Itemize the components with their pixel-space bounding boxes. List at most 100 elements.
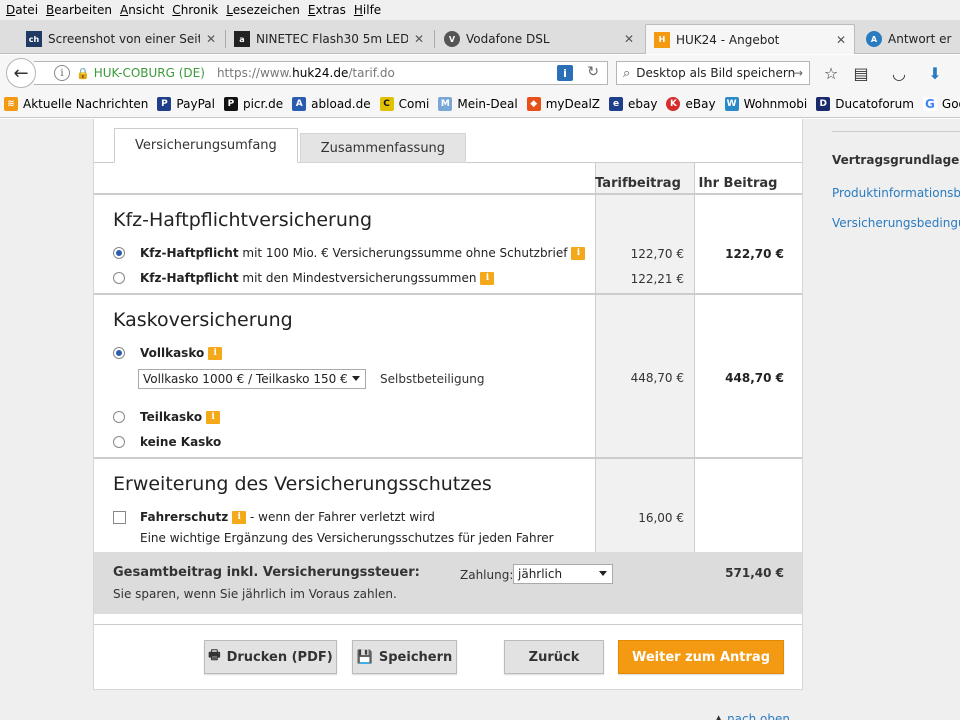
option-label-bold: Fahrerschutz: [140, 510, 229, 524]
info-icon[interactable]: i: [480, 271, 495, 285]
bookmark-label: abload.de: [311, 97, 371, 111]
close-tab-icon[interactable]: ✕: [206, 32, 216, 46]
bookmark-label: ebay: [628, 97, 658, 111]
radio-haftpflicht-mindest[interactable]: [113, 272, 125, 284]
total-box: Gesamtbeitrag inkl. Versicherungssteuer:…: [94, 552, 802, 614]
bookmark-label: eBay: [685, 97, 716, 111]
option-label-bold: Vollkasko: [140, 346, 205, 360]
url-bar[interactable]: i 🔒 HUK-COBURG (DE) https://www.huk24.de…: [34, 61, 608, 85]
bookmark-item[interactable]: ◆ myDealZ: [526, 97, 600, 111]
option-teilkasko[interactable]: Teilkasko i: [113, 410, 221, 424]
page-content: Versicherungsumfang Zusammenfassung Tari…: [0, 119, 960, 720]
reload-icon[interactable]: ↻: [587, 64, 599, 80]
bookmarks-list-icon[interactable]: ▤: [852, 64, 870, 83]
search-bar[interactable]: ⌕ Desktop als Bild speichern →: [616, 61, 810, 85]
pocket-icon[interactable]: ◡: [890, 64, 908, 83]
amazon-favicon-icon: a: [234, 31, 250, 47]
selbstbeteiligung-select[interactable]: Vollkasko 1000 € / Teilkasko 150 €: [138, 369, 366, 389]
back-arrow-icon: ←: [13, 62, 29, 84]
dropdown-arrow-icon: [599, 571, 607, 576]
link-produktinformationsblatt[interactable]: Produktinformationsbla: [832, 186, 960, 200]
info-icon[interactable]: i: [54, 65, 70, 81]
site-identity[interactable]: HUK-COBURG (DE): [94, 66, 205, 80]
firefox-favicon-icon: A: [866, 31, 882, 47]
total-title: Gesamtbeitrag inkl. Versicherungssteuer:: [113, 565, 420, 580]
menu-ansicht[interactable]: Ansicht: [120, 3, 164, 17]
speichern-button[interactable]: 💾 Speichern: [352, 640, 457, 674]
price-haftpflicht-mindest: 122,21 €: [630, 272, 684, 286]
bookmark-item[interactable]: KeBay: [666, 97, 716, 111]
total-amount: 571,40 €: [725, 566, 784, 580]
button-label: Speichern: [378, 649, 453, 665]
close-tab-icon[interactable]: ✕: [414, 32, 424, 46]
checkbox-fahrerschutz[interactable]: [113, 510, 126, 524]
radio-teilkasko[interactable]: [113, 411, 125, 423]
close-tab-icon[interactable]: ✕: [836, 33, 846, 47]
button-label: Weiter zum Antrag: [631, 649, 771, 665]
info-icon[interactable]: i: [208, 346, 223, 360]
drucken-pdf-button[interactable]: 🖶 Drucken (PDF): [204, 640, 337, 674]
reader-info-icon[interactable]: i: [557, 65, 573, 81]
price-fahrerschutz: 16,00 €: [638, 511, 684, 525]
browser-tab-huk24[interactable]: H HUK24 - Angebot ✕: [645, 24, 855, 54]
link-versicherungsbedingungen[interactable]: Versicherungsbedingu: [832, 216, 960, 230]
bookmark-item[interactable]: M Mein-Deal: [438, 97, 518, 111]
bookmark-item[interactable]: Aabload.de: [292, 97, 371, 111]
browser-tab-screenshot[interactable]: ch Screenshot von einer Seite/... ✕: [18, 24, 224, 54]
back-button[interactable]: ←: [6, 58, 36, 88]
selbstbeteiligung-label: Selbstbeteiligung: [380, 372, 485, 386]
radio-keine-kasko[interactable]: [113, 436, 125, 448]
browser-tab-ninetec[interactable]: a NINETEC Flash30 5m LED B... ✕: [226, 24, 432, 54]
bookmark-item[interactable]: Ppicr.de: [223, 97, 283, 111]
option-haftpflicht-100mio[interactable]: Kfz-Haftpflicht mit 100 Mio. € Versicher…: [113, 246, 586, 260]
info-icon[interactable]: i: [206, 410, 221, 424]
download-icon[interactable]: ⬇: [926, 64, 944, 83]
bookmark-item[interactable]: P PayPal: [157, 97, 215, 111]
option-fahrerschutz[interactable]: Fahrerschutz i - wenn der Fahrer verletz…: [113, 510, 435, 524]
option-vollkasko[interactable]: Vollkasko i: [113, 346, 223, 360]
browser-tab-antwort[interactable]: A Antwort erstel: [858, 24, 960, 54]
nach-oben-link[interactable]: ▲ nach oben: [714, 712, 790, 720]
bookmark-label: Aktuelle Nachrichten: [23, 97, 149, 111]
bookmark-label: Mein-Deal: [457, 97, 518, 111]
zurueck-button[interactable]: Zurück: [504, 640, 604, 674]
bookmark-item[interactable]: D Ducatoforum: [816, 97, 914, 111]
bookmark-item[interactable]: G Google: [922, 97, 960, 111]
option-label: mit 100 Mio. € Versicherungssumme ohne S…: [238, 246, 568, 260]
weiter-zum-antrag-button[interactable]: Weiter zum Antrag: [618, 640, 784, 674]
bookmark-item[interactable]: C Comi: [379, 97, 429, 111]
tab-versicherungsumfang[interactable]: Versicherungsumfang: [114, 128, 298, 163]
section-title-haftpflicht: Kfz-Haftpflichtversicherung: [113, 209, 373, 231]
zahlung-select[interactable]: jährlich: [513, 564, 613, 584]
tab-zusammenfassung[interactable]: Zusammenfassung: [299, 133, 467, 163]
menu-datei[interactable]: Datei: [6, 3, 38, 17]
close-tab-icon[interactable]: ✕: [624, 32, 634, 46]
radio-haftpflicht-100mio[interactable]: [113, 247, 125, 259]
option-keine-kasko[interactable]: keine Kasko: [113, 435, 221, 449]
google-icon: G: [922, 97, 937, 111]
menu-hilfe[interactable]: Hilfe: [354, 3, 381, 17]
radio-vollkasko[interactable]: [113, 347, 125, 359]
menu-bearbeiten[interactable]: Bearbeiten: [46, 3, 112, 17]
bookmark-item[interactable]: ≋ Aktuelle Nachrichten: [4, 97, 148, 111]
option-label-bold: Kfz-Haftpflicht: [140, 271, 239, 285]
menu-extras[interactable]: Extras: [308, 3, 346, 17]
select-value: jährlich: [518, 567, 563, 581]
lock-icon: 🔒: [76, 66, 90, 80]
search-input[interactable]: Desktop als Bild speichern: [636, 66, 795, 80]
tab-title: Antwort erstel: [888, 32, 952, 46]
flame-icon: ◆: [526, 97, 541, 111]
info-icon[interactable]: i: [571, 246, 586, 260]
menu-lesezeichen[interactable]: Lesezeichen: [226, 3, 300, 17]
paypal-icon: P: [157, 97, 172, 111]
browser-tab-vodafone[interactable]: V Vodafone DSL ✕: [436, 24, 642, 54]
bookmark-star-icon[interactable]: ☆: [822, 64, 840, 83]
bookmark-item[interactable]: W Wohnmobi: [724, 97, 807, 111]
info-icon[interactable]: i: [232, 510, 247, 524]
sidebar-title: Vertragsgrundlagen: [832, 153, 960, 167]
url-text[interactable]: https://www.huk24.de/tarif.do: [217, 66, 395, 80]
search-go-icon[interactable]: →: [793, 66, 803, 80]
option-haftpflicht-mindest[interactable]: Kfz-Haftpflicht mit den Mindestversicher…: [113, 271, 495, 285]
bookmark-item[interactable]: e ebay: [609, 97, 657, 111]
menu-chronik[interactable]: Chronik: [172, 3, 218, 17]
